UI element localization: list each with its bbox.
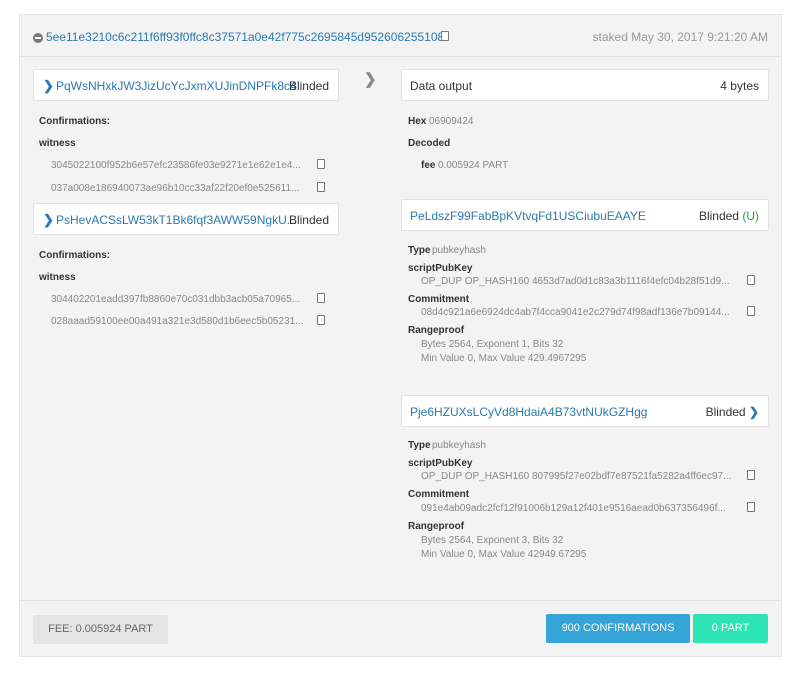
chevron-right-icon[interactable]: ❯ xyxy=(749,405,759,419)
output-tag-text: Blinded xyxy=(705,405,746,419)
witness-value: 304402201eadd397fb8860e70c031dbb3acb05a7… xyxy=(51,294,301,305)
chevron-right-icon: ❯ xyxy=(43,78,54,93)
rangeproof-value: Min Value 0, Max Value 429.4967295 xyxy=(421,353,587,364)
transaction-id-link[interactable]: 5ee11e3210c6c211f6ff93f0ffc8c37571a0e42f… xyxy=(46,30,444,44)
scriptpubkey-label: scriptPubKey xyxy=(408,263,473,274)
input-address-link[interactable]: PqWsNHxkJW3JizUcYcJxmXUJinDNPFk8c4 xyxy=(56,79,297,93)
commitment-label: Commitment xyxy=(408,294,470,305)
amount-button[interactable]: 0 PART xyxy=(693,614,768,643)
output-address-link[interactable]: Pje6HZUXsLCyVd8HdaiA4B73vtNUkGZHgg xyxy=(410,405,647,419)
confirmations-button[interactable]: 900 CONFIRMATIONS xyxy=(546,614,690,643)
witness-value: 037a008e186940073ae96b10cc33af22f20ef0e5… xyxy=(51,183,300,194)
data-output-card: Data output 4 bytes xyxy=(401,69,769,101)
copy-icon[interactable] xyxy=(747,470,755,480)
type-value: pubkeyhash xyxy=(432,440,486,451)
output-card[interactable]: Pje6HZUXsLCyVd8HdaiA4B73vtNUkGZHgg Blind… xyxy=(401,395,769,427)
witness-value: 028aaad59100ee00a491a321e3d580d1b6eec5b0… xyxy=(51,316,304,327)
confirmations-label: Confirmations: xyxy=(39,250,111,261)
copy-icon[interactable] xyxy=(441,31,449,41)
rangeproof-label: Rangeproof xyxy=(408,325,465,336)
copy-icon[interactable] xyxy=(317,315,325,325)
copy-icon[interactable] xyxy=(747,502,755,512)
witness-label: witness xyxy=(39,138,76,149)
transaction-header: 5ee11e3210c6c211f6ff93f0ffc8c37571a0e42f… xyxy=(20,15,781,57)
rangeproof-value: Bytes 2564, Exponent 3, Bits 32 xyxy=(421,535,564,546)
commitment-value: 08d4c921a6e6924dc4ab7f4cca9041e2c279d74f… xyxy=(421,307,730,318)
transaction-panel: 5ee11e3210c6c211f6ff93f0ffc8c37571a0e42f… xyxy=(19,14,782,657)
fee-button[interactable]: FEE: 0.005924 PART xyxy=(33,615,168,644)
witness-label: witness xyxy=(39,272,76,283)
witness-value: 3045022100f952b6e57efc23586fe03e9271e1e6… xyxy=(51,160,301,171)
hex-value: 06909424 xyxy=(429,116,474,127)
output-blinded-tag: Blinded (U) xyxy=(699,209,759,223)
collapse-icon[interactable] xyxy=(33,33,43,43)
copy-icon[interactable] xyxy=(747,275,755,285)
input-address-link[interactable]: PsHevACSsLW53kT1Bk6fqf3AWW59NgkU... xyxy=(56,213,297,227)
fee-label: fee xyxy=(421,160,436,171)
data-output-title: Data output xyxy=(410,79,473,93)
output-tag-text: Blinded xyxy=(698,209,739,223)
input-card[interactable]: ❯ PqWsNHxkJW3JizUcYcJxmXUJinDNPFk8c4 Bli… xyxy=(33,69,339,101)
output-blinded-tag: Blinded ❯ xyxy=(706,405,759,419)
input-blinded-tag: Blinded xyxy=(288,213,329,227)
data-output-size: 4 bytes xyxy=(720,79,759,93)
scriptpubkey-value: OP_DUP OP_HASH160 4653d7ad0d1c83a3b1116f… xyxy=(421,276,730,287)
confirmations-label: Confirmations: xyxy=(39,116,111,127)
scriptpubkey-value: OP_DUP OP_HASH160 807995f27e02bdf7e87521… xyxy=(421,471,732,482)
chevron-right-icon: ❯ xyxy=(364,71,377,88)
copy-icon[interactable] xyxy=(317,159,325,169)
output-tag-suffix: (U) xyxy=(742,209,759,223)
transaction-footer: FEE: 0.005924 PART 900 CONFIRMATIONS 0 P… xyxy=(20,600,781,657)
output-address-link[interactable]: PeLdszF99FabBpKVtvqFd1USCiubuEAAYE xyxy=(410,209,646,223)
scriptpubkey-label: scriptPubKey xyxy=(408,458,473,469)
chevron-right-icon: ❯ xyxy=(43,212,54,227)
type-label: Type xyxy=(408,245,431,256)
commitment-label: Commitment xyxy=(408,489,470,500)
output-card[interactable]: PeLdszF99FabBpKVtvqFd1USCiubuEAAYE Blind… xyxy=(401,199,769,231)
copy-icon[interactable] xyxy=(317,293,325,303)
commitment-value: 091e4ab09adc2fcf12f91006b129a12f401e9516… xyxy=(421,503,726,514)
decoded-label: Decoded xyxy=(408,138,451,149)
rangeproof-label: Rangeproof xyxy=(408,521,465,532)
type-label: Type xyxy=(408,440,431,451)
rangeproof-value: Bytes 2564, Exponent 1, Bits 32 xyxy=(421,339,564,350)
input-card[interactable]: ❯ PsHevACSsLW53kT1Bk6fqf3AWW59NgkU... Bl… xyxy=(33,203,339,235)
rangeproof-value: Min Value 0, Max Value 42949.67295 xyxy=(421,549,587,560)
copy-icon[interactable] xyxy=(747,306,755,316)
fee-value: 0.005924 PART xyxy=(438,160,509,171)
input-blinded-tag: Blinded xyxy=(288,79,329,93)
copy-icon[interactable] xyxy=(317,182,325,192)
type-value: pubkeyhash xyxy=(432,245,486,256)
hex-label: Hex xyxy=(408,116,427,127)
staked-timestamp: staked May 30, 2017 9:21:20 AM xyxy=(592,30,768,44)
